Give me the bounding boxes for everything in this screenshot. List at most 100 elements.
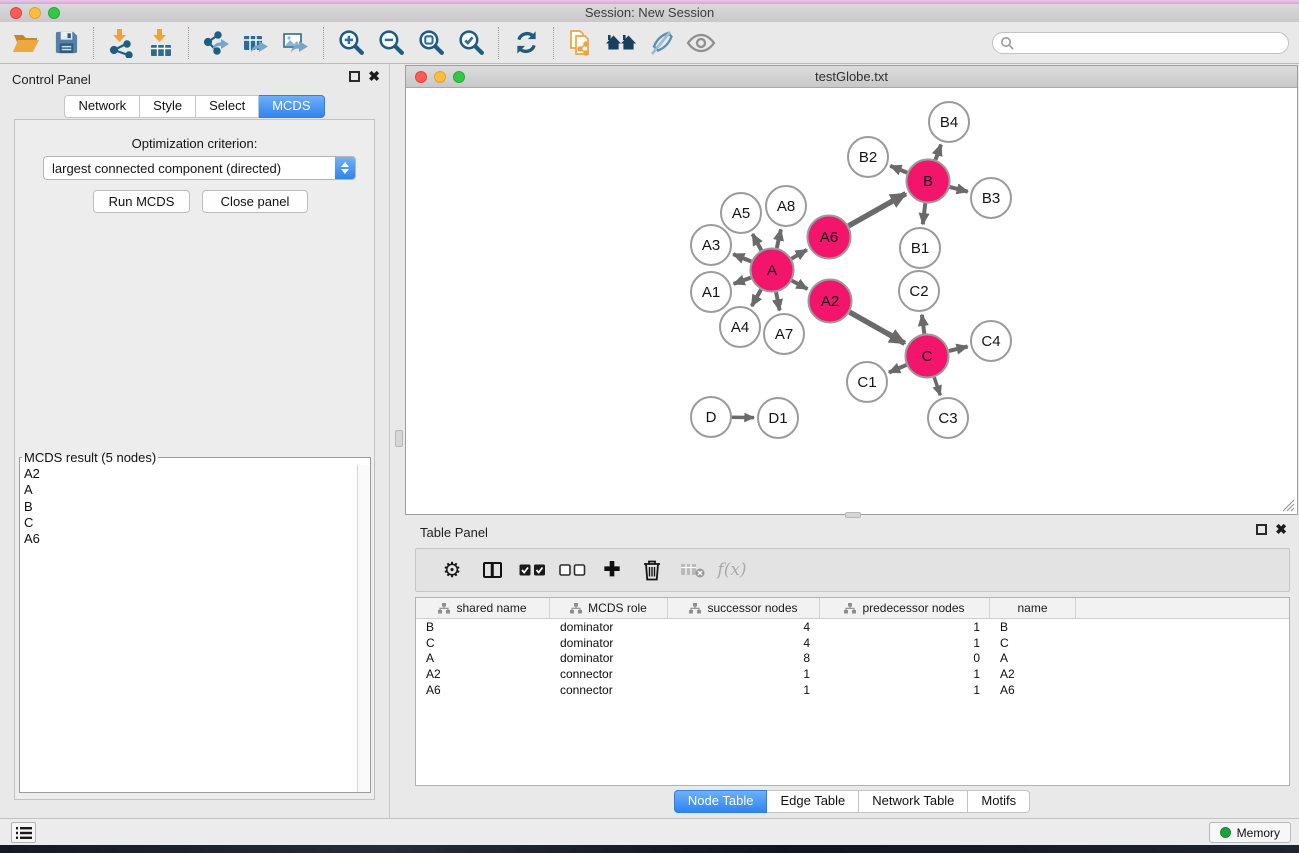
network-node-B2[interactable]: B2: [848, 137, 888, 177]
table-cell[interactable]: dominator: [550, 651, 668, 665]
minimize-window-button[interactable]: [29, 7, 41, 19]
edge-C-C2[interactable]: [922, 315, 924, 334]
table-cell[interactable]: B: [416, 620, 550, 634]
new-network-from-file-button[interactable]: [561, 24, 601, 62]
network-window-titlebar[interactable]: testGlobe.txt: [406, 66, 1297, 88]
column-header-shared-name[interactable]: shared name: [416, 598, 550, 618]
table-row[interactable]: A2connector11A2: [416, 666, 1289, 682]
deselect-all-button[interactable]: [552, 564, 592, 576]
edge-B-B3[interactable]: [950, 187, 968, 192]
result-scrollbar[interactable]: [357, 465, 370, 792]
network-node-C[interactable]: C: [906, 335, 949, 378]
edge-A-A4[interactable]: [752, 290, 761, 307]
table-cell[interactable]: A6: [416, 683, 550, 697]
table-cell[interactable]: 4: [668, 620, 820, 634]
edge-C-C3[interactable]: [934, 377, 940, 395]
column-header-name[interactable]: name: [990, 598, 1076, 618]
table-cell[interactable]: connector: [550, 683, 668, 697]
close-window-button[interactable]: [10, 7, 22, 19]
task-history-button[interactable]: [11, 822, 36, 843]
export-table-button[interactable]: [236, 24, 276, 62]
network-node-A6[interactable]: A6: [808, 216, 851, 259]
tab-network-table[interactable]: Network Table: [859, 790, 968, 813]
table-cell[interactable]: dominator: [550, 636, 668, 650]
function-builder-button[interactable]: f(x): [712, 560, 752, 580]
result-item[interactable]: B: [20, 499, 357, 515]
edge-A2-C[interactable]: [850, 312, 905, 343]
table-cell[interactable]: A: [416, 651, 550, 665]
edge-A-A5[interactable]: [753, 234, 762, 250]
network-node-A4[interactable]: A4: [720, 307, 760, 347]
search-input[interactable]: [1018, 34, 1288, 52]
delete-column-button[interactable]: [632, 559, 672, 581]
save-session-button[interactable]: [46, 24, 86, 62]
run-mcds-button[interactable]: Run MCDS: [93, 190, 190, 213]
edge-A-A3[interactable]: [733, 254, 751, 261]
show-columns-button[interactable]: [472, 562, 512, 578]
tab-network[interactable]: Network: [64, 95, 140, 118]
tab-style[interactable]: Style: [140, 95, 196, 118]
column-header-successor-nodes[interactable]: successor nodes: [668, 598, 820, 618]
table-cell[interactable]: 1: [820, 683, 990, 697]
edge-A6-B[interactable]: [849, 194, 906, 226]
table-cell[interactable]: 1: [668, 683, 820, 697]
network-node-D[interactable]: D: [691, 397, 731, 437]
table-cell[interactable]: B: [990, 620, 1076, 634]
network-close-button[interactable]: [415, 71, 427, 83]
close-table-panel-icon[interactable]: ✖: [1275, 524, 1287, 535]
edge-A-A2[interactable]: [792, 281, 808, 289]
result-item[interactable]: C: [20, 515, 357, 531]
home-networks-button[interactable]: [601, 24, 641, 62]
edge-A-A1[interactable]: [734, 278, 751, 284]
memory-button[interactable]: Memory: [1209, 822, 1291, 843]
tab-edge-table[interactable]: Edge Table: [767, 790, 859, 813]
table-cell[interactable]: C: [990, 636, 1076, 650]
network-node-A8[interactable]: A8: [766, 186, 806, 226]
import-table-button[interactable]: [141, 24, 181, 62]
table-cell[interactable]: connector: [550, 667, 668, 681]
table-cell[interactable]: 1: [820, 667, 990, 681]
resize-grip-icon[interactable]: [1280, 497, 1295, 512]
network-node-A2[interactable]: A2: [809, 280, 852, 323]
float-table-panel-icon[interactable]: [1256, 524, 1267, 535]
edge-A-A8[interactable]: [777, 229, 781, 248]
table-cell[interactable]: 1: [820, 636, 990, 650]
network-node-A7[interactable]: A7: [764, 314, 804, 354]
network-node-B4[interactable]: B4: [929, 102, 969, 142]
show-hide-view-button[interactable]: [681, 24, 721, 62]
table-cell[interactable]: 0: [820, 651, 990, 665]
network-graph[interactable]: B4B2BB3A5A8A6A3B1AA1C2A2A4A7C4CC1C3DD1: [406, 88, 1297, 514]
network-node-A[interactable]: A: [751, 249, 794, 292]
table-row[interactable]: Bdominator41B: [416, 619, 1289, 635]
table-cell[interactable]: A6: [990, 683, 1076, 697]
network-zoom-button[interactable]: [453, 71, 465, 83]
tab-motifs[interactable]: Motifs: [968, 790, 1030, 813]
network-node-D1[interactable]: D1: [758, 398, 798, 438]
result-item[interactable]: A6: [20, 531, 357, 547]
search-box[interactable]: [992, 32, 1289, 54]
zoom-fit-button[interactable]: [411, 24, 451, 62]
table-cell[interactable]: C: [416, 636, 550, 650]
table-row[interactable]: Adominator80A: [416, 651, 1289, 667]
criterion-dropdown[interactable]: largest connected component (directed): [43, 156, 356, 180]
edge-A-A6[interactable]: [792, 250, 807, 259]
network-node-A5[interactable]: A5: [721, 193, 761, 233]
edge-A-A7[interactable]: [776, 292, 780, 310]
column-header-mcds-role[interactable]: MCDS role: [550, 598, 668, 618]
open-session-button[interactable]: [6, 24, 46, 62]
add-column-button[interactable]: ✚: [592, 560, 632, 580]
table-cell[interactable]: 4: [668, 636, 820, 650]
tab-mcds[interactable]: MCDS: [259, 95, 324, 118]
hide-graphics-button[interactable]: [641, 24, 681, 62]
network-node-C2[interactable]: C2: [899, 271, 939, 311]
network-node-A1[interactable]: A1: [691, 272, 731, 312]
table-row[interactable]: A6connector11A6: [416, 682, 1289, 698]
close-panel-icon[interactable]: ✖: [368, 71, 380, 82]
table-cell[interactable]: A: [990, 651, 1076, 665]
network-minimize-button[interactable]: [434, 71, 446, 83]
network-node-C3[interactable]: C3: [928, 398, 968, 438]
close-panel-button[interactable]: Close panel: [202, 190, 308, 213]
table-cell[interactable]: A2: [416, 667, 550, 681]
tab-node-table[interactable]: Node Table: [674, 790, 768, 813]
zoom-out-button[interactable]: [371, 24, 411, 62]
